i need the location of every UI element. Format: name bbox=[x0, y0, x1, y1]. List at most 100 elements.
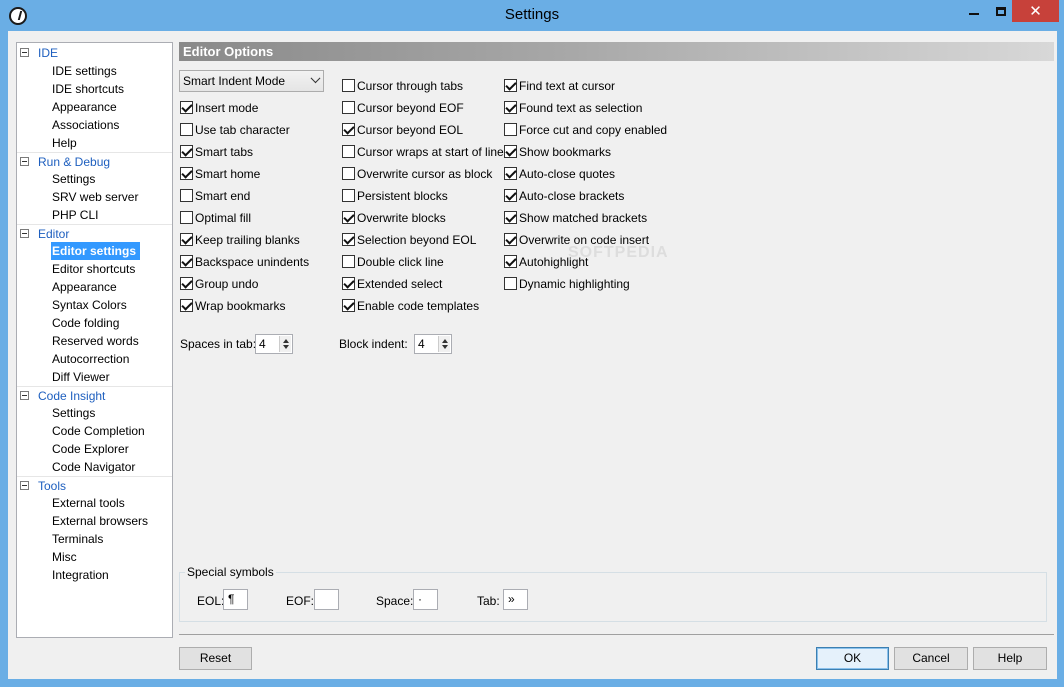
checked-checkbox[interactable] bbox=[180, 277, 193, 290]
title-bar[interactable]: Settings ✕ bbox=[0, 0, 1064, 31]
unchecked-checkbox[interactable] bbox=[504, 277, 517, 290]
tree-item[interactable]: Diff Viewer bbox=[51, 368, 114, 386]
tree-item[interactable]: Autocorrection bbox=[51, 350, 133, 368]
tree-category[interactable]: Editor bbox=[17, 224, 172, 242]
tree-item-label: Integration bbox=[52, 568, 109, 582]
chevron-down-icon bbox=[310, 73, 321, 84]
collapse-icon[interactable] bbox=[20, 481, 29, 490]
unchecked-checkbox[interactable] bbox=[504, 123, 517, 136]
tree-item[interactable]: External tools bbox=[51, 494, 129, 512]
option-label: Double click line bbox=[357, 255, 444, 269]
checked-checkbox[interactable] bbox=[504, 211, 517, 224]
tree-category[interactable]: Run & Debug bbox=[17, 152, 172, 170]
checked-checkbox[interactable] bbox=[504, 255, 517, 268]
tree-item[interactable]: Reserved words bbox=[51, 332, 143, 350]
checked-checkbox[interactable] bbox=[504, 79, 517, 92]
tree-item[interactable]: SRV web server bbox=[51, 188, 142, 206]
unchecked-checkbox[interactable] bbox=[180, 123, 193, 136]
checked-checkbox[interactable] bbox=[180, 233, 193, 246]
checked-checkbox[interactable] bbox=[504, 233, 517, 246]
checked-checkbox[interactable] bbox=[342, 299, 355, 312]
settings-category-tree[interactable]: IDE IDE settings IDE shortcuts Appearance As… bbox=[16, 42, 173, 638]
checked-checkbox[interactable] bbox=[504, 101, 517, 114]
option-label: Find text at cursor bbox=[519, 79, 616, 93]
spin-up-icon[interactable] bbox=[442, 339, 448, 343]
tree-item[interactable]: External browsers bbox=[51, 512, 152, 530]
help-button[interactable]: Help bbox=[973, 647, 1047, 670]
eof-symbol-field[interactable] bbox=[314, 589, 339, 610]
tree-item[interactable]: Appearance bbox=[51, 98, 121, 116]
spaces-in-tab-spinner[interactable]: 4 bbox=[255, 334, 293, 354]
cancel-button[interactable]: Cancel bbox=[894, 647, 968, 670]
tree-item[interactable]: Terminals bbox=[51, 530, 107, 548]
checked-checkbox[interactable] bbox=[342, 233, 355, 246]
tree-item[interactable]: Editor shortcuts bbox=[51, 260, 139, 278]
checked-checkbox[interactable] bbox=[180, 167, 193, 180]
unchecked-checkbox[interactable] bbox=[342, 145, 355, 158]
collapse-icon[interactable] bbox=[20, 229, 29, 238]
checked-checkbox[interactable] bbox=[504, 145, 517, 158]
collapse-icon[interactable] bbox=[20, 157, 29, 166]
tree-item[interactable]: Code Navigator bbox=[51, 458, 139, 476]
indent-mode-select[interactable]: Smart Indent Mode bbox=[179, 70, 324, 92]
panel-header: Editor Options bbox=[179, 42, 1054, 61]
tree-category[interactable]: Tools bbox=[17, 476, 172, 494]
block-indent-label: Block indent: bbox=[339, 337, 408, 351]
tree-item[interactable]: IDE settings bbox=[51, 62, 121, 80]
collapse-icon[interactable] bbox=[20, 391, 29, 400]
checked-checkbox[interactable] bbox=[180, 145, 193, 158]
tree-item[interactable]: Settings bbox=[51, 170, 99, 188]
checked-checkbox[interactable] bbox=[180, 101, 193, 114]
tree-category[interactable]: IDE bbox=[17, 44, 172, 62]
checked-checkbox[interactable] bbox=[342, 277, 355, 290]
checked-checkbox[interactable] bbox=[504, 189, 517, 202]
block-indent-spinner[interactable]: 4 bbox=[414, 334, 452, 354]
close-button[interactable]: ✕ bbox=[1012, 0, 1059, 22]
tree-item[interactable]: Help bbox=[51, 134, 81, 152]
tree-category[interactable]: Code Insight bbox=[17, 386, 172, 404]
tree-item[interactable]: Code Completion bbox=[51, 422, 149, 440]
option-label: Keep trailing blanks bbox=[195, 233, 300, 247]
checked-checkbox[interactable] bbox=[180, 255, 193, 268]
collapse-icon[interactable] bbox=[20, 48, 29, 57]
tree-item[interactable]: Settings bbox=[51, 404, 99, 422]
tree-item-label: Code Explorer bbox=[52, 442, 129, 456]
unchecked-checkbox[interactable] bbox=[342, 79, 355, 92]
unchecked-checkbox[interactable] bbox=[342, 101, 355, 114]
tab-symbol-field[interactable]: » bbox=[503, 589, 528, 610]
option-label: Cursor through tabs bbox=[357, 79, 464, 93]
tree-item[interactable]: Syntax Colors bbox=[51, 296, 131, 314]
unchecked-checkbox[interactable] bbox=[180, 211, 193, 224]
reset-button[interactable]: Reset bbox=[179, 647, 252, 670]
tree-item[interactable]: Code folding bbox=[51, 314, 123, 332]
tree-category-label: Code Insight bbox=[38, 389, 106, 403]
tree-item[interactable]: IDE shortcuts bbox=[51, 80, 128, 98]
spinner-arrows[interactable] bbox=[438, 336, 450, 352]
checked-checkbox[interactable] bbox=[180, 299, 193, 312]
tree-item[interactable]: Integration bbox=[51, 566, 113, 584]
minimize-button[interactable] bbox=[960, 0, 987, 22]
unchecked-checkbox[interactable] bbox=[180, 189, 193, 202]
maximize-button[interactable] bbox=[987, 0, 1014, 22]
spin-down-icon[interactable] bbox=[442, 345, 448, 349]
ok-button[interactable]: OK bbox=[816, 647, 889, 670]
tree-item[interactable]: Associations bbox=[51, 116, 123, 134]
checked-checkbox[interactable] bbox=[342, 123, 355, 136]
spinner-arrows[interactable] bbox=[279, 336, 291, 352]
option-label: Group undo bbox=[195, 277, 259, 291]
checked-checkbox[interactable] bbox=[342, 211, 355, 224]
tree-item[interactable]: Misc bbox=[51, 548, 81, 566]
unchecked-checkbox[interactable] bbox=[342, 255, 355, 268]
tree-item[interactable]: Editor settings bbox=[51, 242, 141, 260]
unchecked-checkbox[interactable] bbox=[342, 189, 355, 202]
tree-item[interactable]: PHP CLI bbox=[51, 206, 102, 224]
checked-checkbox[interactable] bbox=[504, 167, 517, 180]
spin-down-icon[interactable] bbox=[283, 345, 289, 349]
tree-item[interactable]: Code Explorer bbox=[51, 440, 133, 458]
tree-item[interactable]: Appearance bbox=[51, 278, 121, 296]
unchecked-checkbox[interactable] bbox=[342, 167, 355, 180]
eol-symbol-field[interactable]: ¶ bbox=[223, 589, 248, 610]
space-symbol-field[interactable]: · bbox=[413, 589, 438, 610]
block-indent-value: 4 bbox=[418, 337, 425, 351]
spin-up-icon[interactable] bbox=[283, 339, 289, 343]
